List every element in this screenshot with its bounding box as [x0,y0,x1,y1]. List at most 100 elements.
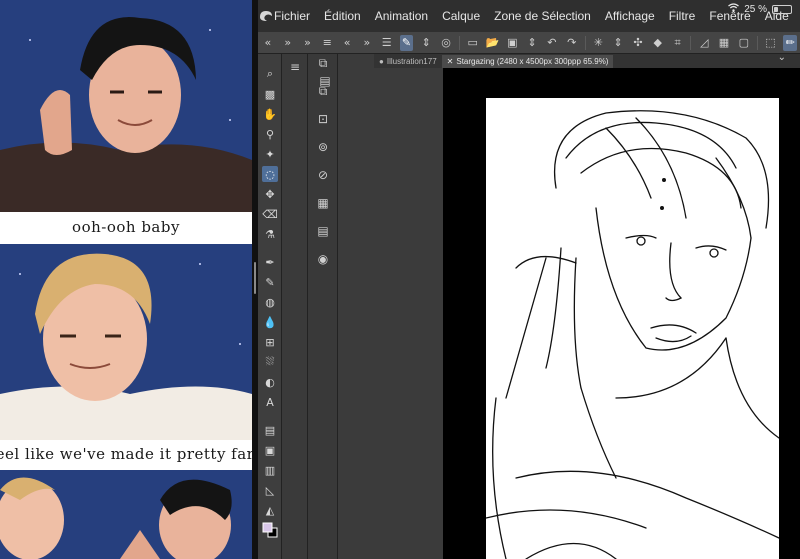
command-separator-3 [690,35,692,50]
tab-dot-icon: ● [379,56,384,66]
move-icon[interactable]: ✥ [262,186,278,202]
menu-animation[interactable]: Animation [375,9,428,23]
subtool-menu-icon[interactable]: ≡ [286,58,304,76]
fill-icon[interactable]: ◆ [651,35,665,51]
sub-tool-panel: ≡ [282,54,308,559]
stepper-icon[interactable]: ⇕ [419,35,433,51]
clip-studio-logo-icon[interactable] [258,0,274,32]
ruler-icon[interactable]: ◿ [697,35,711,51]
battery-percent: 25 % [744,3,767,15]
menu-zone-de-selection[interactable]: Zone de Sélection [494,9,591,23]
crop-icon[interactable]: ⌗ [671,35,685,51]
layer-tools-panel: ⧉ ⧉ ⊡ ⊚ ⊘ ▦ ▤ ◉ [308,54,338,559]
selection-launcher-icon[interactable]: ⬚ [764,35,778,51]
new-canvas-icon[interactable]: ▭ [466,35,480,51]
panel-menu-icon[interactable]: ≡ [320,35,334,51]
collapse-left-icon-2[interactable]: « [340,35,354,51]
lasso-icon[interactable]: ◌ [262,166,278,182]
expand-right-icon-3[interactable]: » [360,35,374,51]
frame-border-icon[interactable]: ▥ [262,462,278,478]
comic-caption-1: ooh-ooh baby [72,218,180,236]
blend-icon[interactable]: 💧 [262,314,278,330]
collapse-left-icon[interactable]: « [261,35,275,51]
tab-stargazing[interactable]: ✕ Stargazing (2480 x 4500px 300ppp 65.9%… [441,54,614,68]
comic-panel-2-art [0,244,252,440]
wifi-icon [728,3,740,15]
command-separator-2 [584,35,586,50]
layer-copy-icon[interactable]: ⊡ [314,110,332,128]
text-icon[interactable]: A [262,394,278,410]
screen: ooh-ooh baby eel like we've made it pret… [0,0,800,559]
undo-icon[interactable]: ↶ [545,35,559,51]
frame-icon[interactable]: ▢ [737,35,751,51]
document-tabs: ● Illustration177 ✕ Stargazing (2480 x 4… [374,54,800,68]
expand-right-icon-2[interactable]: » [301,35,315,51]
close-icon[interactable]: ✕ [447,57,454,66]
comic-panel-2 [0,244,252,440]
loading-spinner-icon[interactable]: ✳ [591,35,605,51]
operation-icon[interactable]: ⚲ [262,126,278,142]
gradient-fill-icon[interactable]: ◐ [262,374,278,390]
layer-properties-icon[interactable]: ▤ [316,72,334,90]
grid-icon[interactable]: ▦ [717,35,731,51]
zoom-icon[interactable]: ⌕ [262,66,278,82]
comic-panel-3 [0,470,252,559]
expand-right-icon[interactable]: » [281,35,295,51]
menu-affichage[interactable]: Affichage [605,9,655,23]
eyedropper-icon[interactable]: ⚗ [262,226,278,242]
menu-edition[interactable]: Édition [324,9,361,23]
selection-stepper-icon[interactable]: ⇕ [611,35,625,51]
fill-bucket-icon[interactable]: ⛆ [262,354,278,370]
brush-shape-icon[interactable]: ◎ [439,35,453,51]
pen-tool-icon[interactable]: ✒ [262,254,278,270]
transparent-color-icon[interactable]: ▩ [262,86,278,102]
menu-filtre[interactable]: Filtre [669,9,696,23]
command-bar: « » » ≡ « » ☰ ✎ ⇕ ◎ ▭ 📂 ▣ ⇕ ↶ ↷ ✳ ⇕ ✣ ◆ … [258,32,800,54]
layer-merge-icon[interactable]: ⊘ [314,166,332,184]
pen-icon[interactable]: ✏ [783,34,798,51]
brush-icon[interactable]: ✎ [262,274,278,290]
magic-wand-icon[interactable]: ✦ [262,146,278,162]
layer-fill-icon[interactable]: ▦ [314,194,332,212]
foreground-color-swatch[interactable] [262,522,278,538]
gradient-icon[interactable]: ▤ [262,422,278,438]
menu-bar: Fichier Édition Animation Calque Zone de… [258,0,800,32]
color-swatch-icon[interactable]: ▣ [262,442,278,458]
comic-panel-1 [0,0,252,212]
redo-icon[interactable]: ↷ [565,35,579,51]
airbrush-icon[interactable]: ◍ [262,294,278,310]
save-icon[interactable]: ▣ [505,35,519,51]
correction-icon[interactable]: ◭ [262,502,278,518]
brush-settings-icon[interactable]: ✎ [399,34,414,51]
battery-icon [772,4,792,14]
comic-panel-1-art [0,0,252,212]
layer-grid-icon[interactable]: ▤ [314,222,332,240]
menu-fichier[interactable]: Fichier [274,9,310,23]
new-layer-icon[interactable]: ⧉ [314,54,332,72]
open-file-icon[interactable]: 📂 [486,35,500,51]
split-view-handle[interactable] [254,262,256,294]
save-stepper-icon[interactable]: ⇕ [525,35,539,51]
transform-icon[interactable]: ✣ [631,35,645,51]
battery-fill [774,6,778,12]
comic-caption-2: eel like we've made it pretty far [0,445,252,463]
tool-palette: ⌕ ▩ ✋ ⚲ ✦ ◌ ✥ ⌫ ⚗ ✒ ✎ ◍ 💧 ⊞ ⛆ ◐ A ▤ ▣ ▥ … [258,54,282,559]
ruler-tool-icon[interactable]: ◺ [262,482,278,498]
figure-icon[interactable]: ⊞ [262,334,278,350]
tab-label: Stargazing (2480 x 4500px 300ppp 65.9%) [456,56,609,66]
comic-panel-3-art [0,470,252,559]
canvas-document[interactable] [486,98,779,559]
menu-calque[interactable]: Calque [442,9,480,23]
layer-target-icon[interactable]: ◉ [314,250,332,268]
comic-reference-panel: ooh-ooh baby eel like we've made it pret… [0,0,252,559]
eraser-icon[interactable]: ⌫ [262,206,278,222]
tab-illustration177[interactable]: ● Illustration177 [374,55,442,68]
ipad-status-bar: 25 % [728,3,792,15]
hand-icon[interactable]: ✋ [262,106,278,122]
tab-label: Illustration177 [386,56,437,66]
layer-mask-icon[interactable]: ⊚ [314,138,332,156]
hamburger-menu-icon[interactable]: ☰ [380,35,394,51]
chevron-down-icon[interactable]: ⌄ [778,52,786,63]
command-separator-4 [756,35,758,50]
command-separator [458,35,460,50]
